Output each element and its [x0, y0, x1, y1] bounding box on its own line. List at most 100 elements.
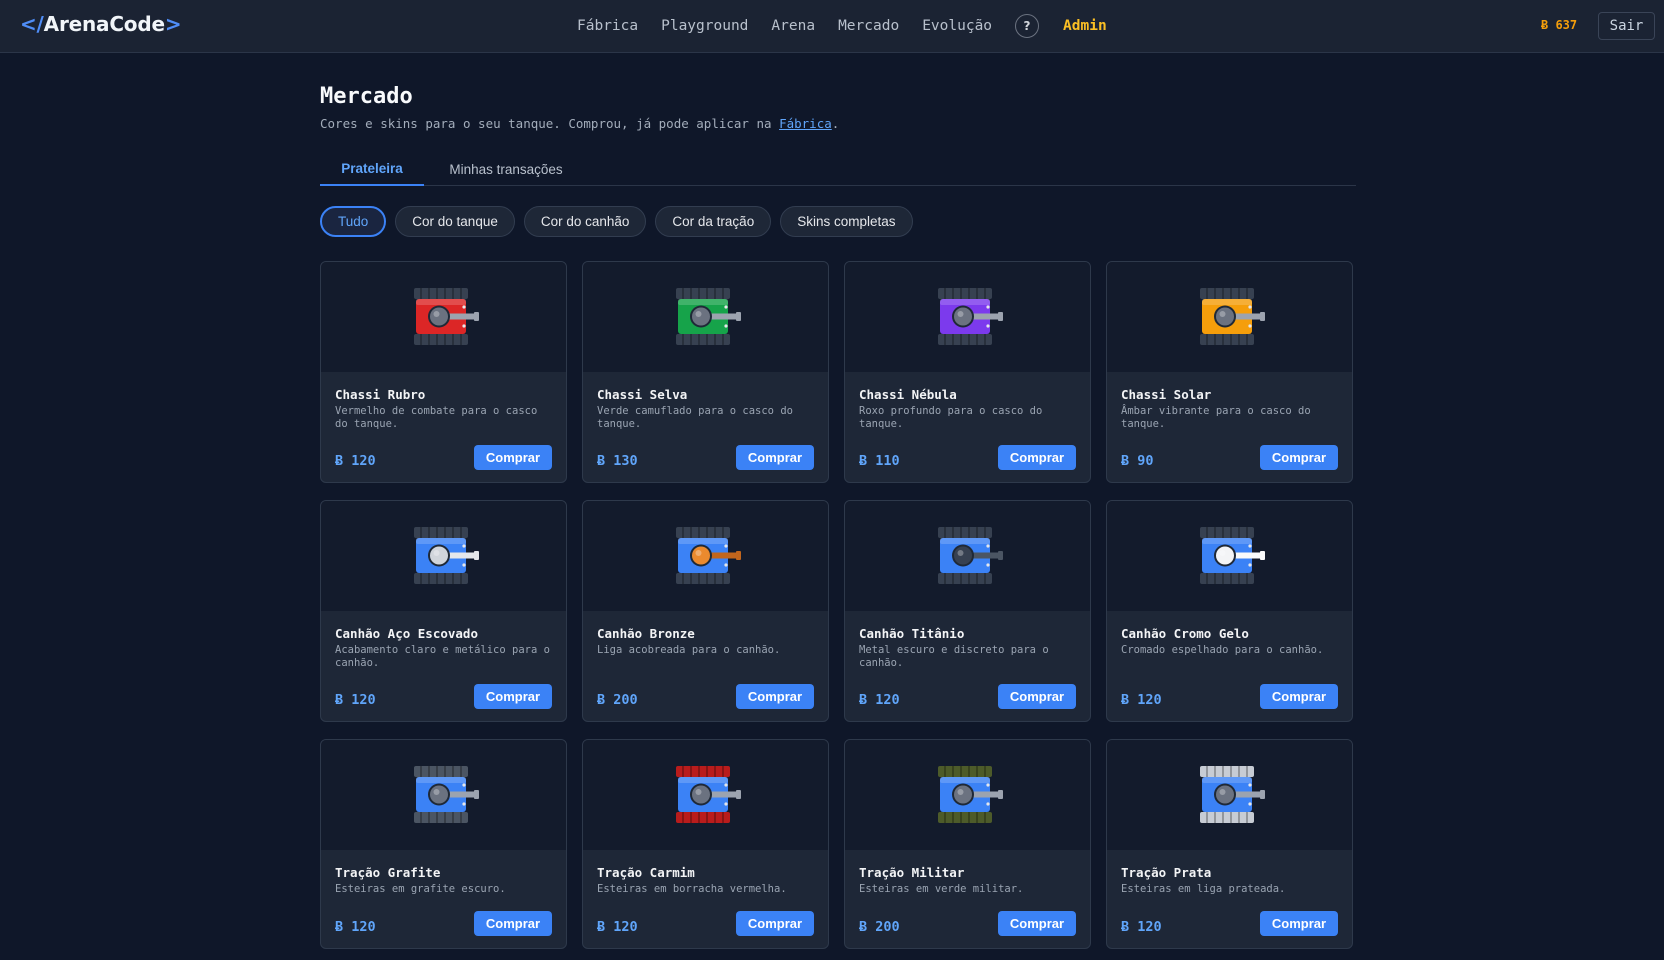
tank-icon: [938, 527, 1003, 584]
filter-chips: Tudo Cor do tanque Cor do canhão Cor da …: [320, 206, 913, 238]
brand-logo[interactable]: </ArenaCode>: [20, 12, 182, 36]
tank-preview: [583, 501, 828, 611]
tank-icon: [414, 527, 479, 584]
filter-cor-tracao[interactable]: Cor da tração: [655, 206, 772, 237]
nav-arena[interactable]: Arena: [771, 14, 815, 38]
buy-button[interactable]: Comprar: [474, 684, 552, 709]
tab-prateleira[interactable]: Prateleira: [320, 152, 424, 186]
filter-cor-tanque[interactable]: Cor do tanque: [395, 206, 515, 237]
nav-evolucao[interactable]: Evolução: [922, 14, 992, 38]
item-price: Ƀ 120: [597, 919, 638, 935]
nav-fabrica[interactable]: Fábrica: [577, 14, 638, 38]
buy-button[interactable]: Comprar: [736, 684, 814, 709]
tank-icon: [1200, 766, 1265, 823]
item-price: Ƀ 90: [1121, 453, 1154, 469]
item-card: Tração Grafite Esteiras em grafite escuro…: [320, 739, 567, 949]
tank-icon: [1200, 288, 1265, 345]
logo-suffix: >: [164, 12, 182, 36]
filter-tudo[interactable]: Tudo: [320, 206, 387, 237]
logo-name: ArenaCode: [43, 12, 165, 36]
logout-button[interactable]: Sair: [1598, 12, 1655, 40]
tank-preview: [845, 262, 1090, 372]
tank-icon: [1200, 527, 1265, 584]
item-description: Vermelho de combate para o casco do tanq…: [335, 405, 538, 430]
item-price: Ƀ 120: [335, 692, 376, 708]
buy-button[interactable]: Comprar: [998, 445, 1076, 470]
tank-preview: [321, 262, 566, 372]
tank-preview: [1107, 501, 1352, 611]
item-description: Esteiras em liga prateada.: [1121, 883, 1286, 895]
item-price: Ƀ 120: [1121, 692, 1162, 708]
item-card: Chassi Solar Âmbar vibrante para o casco …: [1106, 261, 1353, 483]
tank-preview: [1107, 262, 1352, 372]
item-card: Canhão Aço Escovado Acabamento claro e me…: [320, 500, 567, 722]
tank-preview: [845, 501, 1090, 611]
nav-admin[interactable]: Admin: [1063, 14, 1107, 38]
item-name: Chassi Nébula: [859, 387, 957, 402]
item-description: Verde camuflado para o casco do tanque.: [597, 405, 793, 430]
subtitle-end: .: [831, 116, 840, 131]
page-subtitle: Cores e skins para o seu tanque. Comprou…: [320, 116, 839, 131]
market-tabs: Prateleira Minhas transações: [320, 152, 1356, 186]
item-name: Canhão Cromo Gelo: [1121, 626, 1249, 641]
tank-icon: [414, 766, 479, 823]
filter-cor-canhao[interactable]: Cor do canhão: [523, 206, 647, 237]
item-description: Roxo profundo para o casco do tanque.: [859, 405, 1043, 430]
buy-button[interactable]: Comprar: [998, 911, 1076, 936]
fabrica-link[interactable]: Fábrica: [779, 116, 832, 131]
item-name: Tração Carmim: [597, 865, 695, 880]
item-name: Chassi Selva: [597, 387, 688, 402]
tank-preview: [1107, 740, 1352, 850]
tank-icon: [676, 766, 741, 823]
nav-playground[interactable]: Playground: [661, 14, 748, 38]
top-navbar: </ArenaCode> Fábrica Playground Arena Me…: [0, 0, 1664, 53]
tank-icon: [676, 527, 741, 584]
item-price: Ƀ 200: [597, 692, 638, 708]
subtitle-text: Cores e skins para o seu tanque. Comprou…: [320, 116, 780, 131]
tank-preview: [583, 740, 828, 850]
item-name: Tração Prata: [1121, 865, 1212, 880]
buy-button[interactable]: Comprar: [736, 445, 814, 470]
item-price: Ƀ 110: [859, 453, 900, 469]
item-price: Ƀ 120: [1121, 919, 1162, 935]
item-name: Tração Militar: [859, 865, 965, 880]
item-price: Ƀ 120: [859, 692, 900, 708]
coin-balance: Ƀ 637: [1541, 18, 1578, 32]
item-card: Tração Carmim Esteiras em borracha vermel…: [582, 739, 829, 949]
tank-preview: [845, 740, 1090, 850]
buy-button[interactable]: Comprar: [998, 684, 1076, 709]
buy-button[interactable]: Comprar: [1260, 445, 1338, 470]
tank-preview: [321, 740, 566, 850]
item-card: Canhão Cromo Gelo Cromado espelhado para …: [1106, 500, 1353, 722]
item-card: Tração Militar Esteiras em verde militar.…: [844, 739, 1091, 949]
item-description: Acabamento claro e metálico para o canhã…: [335, 644, 550, 669]
item-description: Liga acobreada para o canhão.: [597, 644, 781, 656]
item-price: Ƀ 120: [335, 453, 376, 469]
tank-icon: [676, 288, 741, 345]
item-name: Chassi Solar: [1121, 387, 1212, 402]
filter-skins-completas[interactable]: Skins completas: [780, 206, 913, 237]
item-price: Ƀ 200: [859, 919, 900, 935]
buy-button[interactable]: Comprar: [474, 445, 552, 470]
page-title: Mercado: [320, 84, 413, 109]
tank-preview: [583, 262, 828, 372]
item-card: Chassi Selva Verde camuflado para o casco…: [582, 261, 829, 483]
buy-button[interactable]: Comprar: [1260, 911, 1338, 936]
help-icon[interactable]: ?: [1015, 14, 1040, 38]
item-card: Chassi Nébula Roxo profundo para o casco …: [844, 261, 1091, 483]
item-description: Metal escuro e discreto para o canhão.: [859, 644, 1049, 669]
tab-minhas-transacoes[interactable]: Minhas transações: [446, 152, 566, 186]
item-card: Canhão Titânio Metal escuro e discreto pa…: [844, 500, 1091, 722]
tank-icon: [938, 766, 1003, 823]
nav-mercado[interactable]: Mercado: [838, 14, 899, 38]
item-name: Canhão Bronze: [597, 626, 695, 641]
item-name: Canhão Titânio: [859, 626, 965, 641]
buy-button[interactable]: Comprar: [736, 911, 814, 936]
tank-icon: [938, 288, 1003, 345]
item-name: Tração Grafite: [335, 865, 441, 880]
buy-button[interactable]: Comprar: [1260, 684, 1338, 709]
tank-icon: [414, 288, 479, 345]
item-price: Ƀ 130: [597, 453, 638, 469]
item-price: Ƀ 120: [335, 919, 376, 935]
buy-button[interactable]: Comprar: [474, 911, 552, 936]
